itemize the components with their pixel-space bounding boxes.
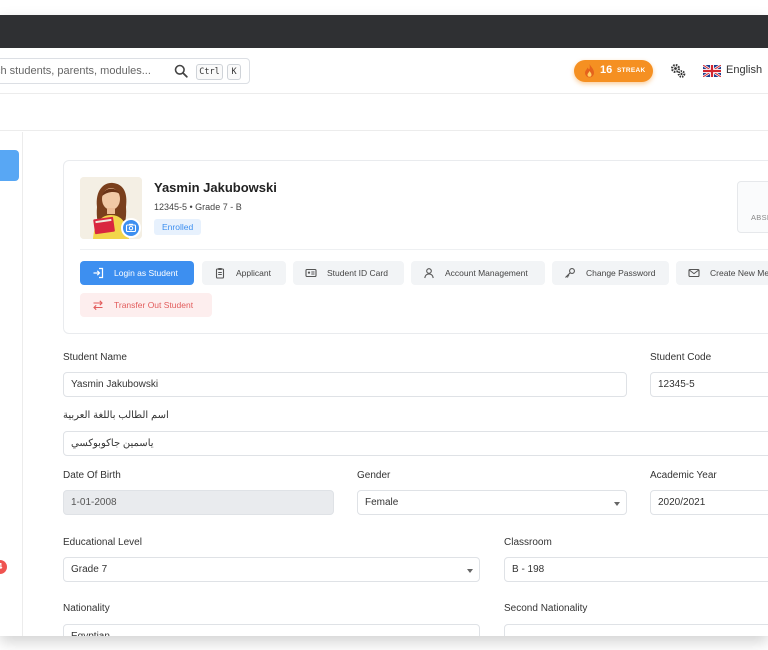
top-bar: Ctrl K 16 STREAK English [0,48,768,94]
create-new-message-label: Create New Me [710,268,768,278]
student-code-field[interactable]: 12345-5 [650,372,768,397]
language-selector[interactable]: English [726,64,762,76]
nationality-label: Nationality [63,603,110,614]
sidebar-active-item[interactable] [0,150,19,181]
uk-flag-icon[interactable] [703,65,721,77]
search-input[interactable] [0,59,165,83]
applicant-label: Applicant [236,268,271,278]
camera-icon [125,223,137,233]
dob-field[interactable]: 1-01-2008 [63,490,334,515]
envelope-icon [688,268,700,278]
streak-count: 16 [600,64,613,76]
login-as-student-label: Login as Student [114,268,178,278]
student-name-label: Student Name [63,352,127,363]
arabic-name-field[interactable]: ياسمين جاكوبوكسي [63,431,768,456]
educational-level-label: Educational Level [63,537,142,548]
educational-level-select[interactable]: Grade 7 [63,557,480,582]
student-id-card-label: Student ID Card [327,268,388,278]
shortcut-ctrl-key: Ctrl [196,64,223,80]
login-icon [93,267,104,279]
clipboard-icon [215,268,225,279]
transfer-out-student-label: Transfer Out Student [114,300,194,310]
student-id-card-button[interactable]: Student ID Card [293,261,404,285]
transfer-arrows-icon [93,300,103,311]
student-code-label: Student Code [650,352,712,363]
gender-select[interactable]: Female [357,490,627,515]
account-management-label: Account Management [445,268,528,278]
student-name-field[interactable]: Yasmin Jakubowski [63,372,627,397]
transfer-out-student-button[interactable]: Transfer Out Student [80,293,212,317]
app-window: Ctrl K 16 STREAK English [0,15,768,636]
streak-badge[interactable]: 16 STREAK [574,60,653,82]
student-profile-card: Yasmin Jakubowski 12345-5 • Grade 7 - B … [63,160,768,334]
nationality-field[interactable]: Egyptian [63,624,480,636]
sidebar-notification-badge: 4 [0,560,7,574]
classroom-field[interactable]: B - 198 [504,557,768,582]
dob-label: Date Of Birth [63,470,121,481]
gender-label: Gender [357,470,391,481]
sidebar: 4 [0,132,23,636]
window-titlebar [0,15,768,48]
search-icon[interactable] [174,64,188,78]
key-icon [565,268,575,278]
create-new-message-button[interactable]: Create New Me [676,261,768,285]
user-icon [424,268,434,279]
change-password-button[interactable]: Change Password [552,261,669,285]
student-code-grade: 12345-5 • Grade 7 - B [154,202,242,212]
id-card-icon [305,268,317,278]
login-as-student-button[interactable]: Login as Student [80,261,194,285]
academic-year-label: Academic Year [650,470,717,481]
student-name-heading: Yasmin Jakubowski [154,180,277,195]
second-nationality-field[interactable] [504,624,768,636]
absence-stat-card: ABSE [737,181,768,233]
search-box[interactable]: Ctrl K [0,58,250,84]
shortcut-k-key: K [227,64,241,80]
arabic-name-label: اسم الطالب باللغة العربية [63,410,169,421]
change-photo-button[interactable] [121,218,141,238]
account-management-button[interactable]: Account Management [411,261,545,285]
absence-label: ABSE [751,213,768,222]
classroom-label: Classroom [504,537,552,548]
breadcrumb-bar [0,95,768,131]
settings-gears-icon[interactable] [670,63,686,79]
applicant-button[interactable]: Applicant [202,261,286,285]
change-password-label: Change Password [586,268,656,278]
card-divider [80,249,768,250]
flame-icon [585,64,594,78]
streak-label: STREAK [617,67,646,74]
academic-year-field[interactable]: 2020/2021 [650,490,768,515]
enrollment-status-badge: Enrolled [154,219,202,235]
second-nationality-label: Second Nationality [504,603,588,614]
